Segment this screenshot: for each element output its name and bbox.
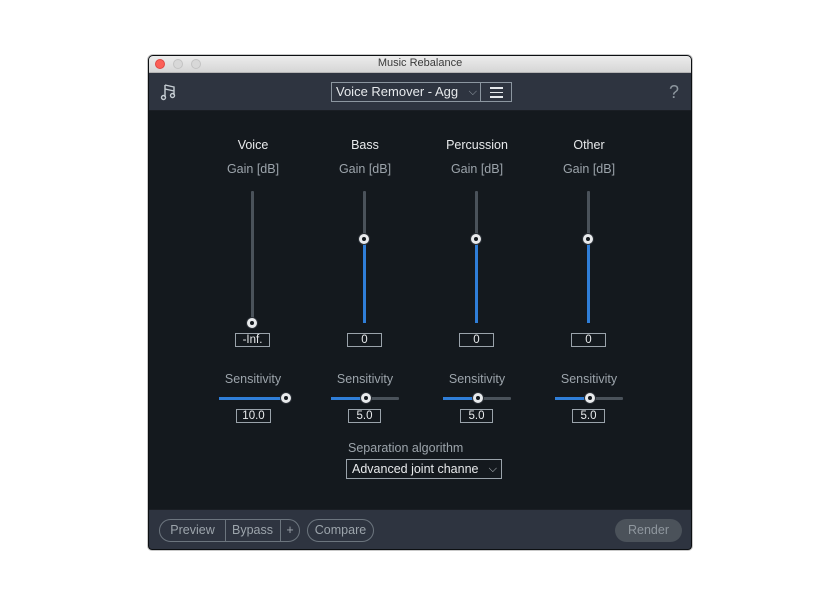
sensitivity-slider-fill [219,397,287,400]
gain-slider[interactable] [251,191,254,323]
gain-label: Gain [dB] [226,162,280,176]
bypass-button[interactable]: Bypass [225,519,281,542]
music-note-icon [160,84,176,101]
gain-value-field[interactable]: 0 [347,333,382,347]
chevron-down-icon: ⌵ [486,460,497,478]
gain-label: Gain [dB] [450,162,504,176]
separation-algorithm-value: Advanced joint channe [352,462,479,476]
footer-bar: Preview Bypass + Compare Render [149,509,691,549]
chevron-down-icon: ⌵ [468,86,477,98]
preset-value: Voice Remover - Agg [336,84,459,99]
render-button[interactable]: Render [615,519,682,542]
sensitivity-slider-handle[interactable] [584,392,596,404]
column-title: Other [573,138,605,152]
gain-slider-handle[interactable] [582,233,594,245]
add-bypass-button[interactable]: + [280,519,300,542]
gain-value-field[interactable]: -Inf. [235,333,270,347]
gain-slider-handle[interactable] [246,317,258,329]
sensitivity-slider-handle[interactable] [360,392,372,404]
gain-slider[interactable] [475,191,478,323]
gain-slider[interactable] [363,191,366,323]
column-title: Voice [237,138,269,152]
compare-button[interactable]: Compare [307,519,374,542]
gain-value-field[interactable]: 0 [459,333,494,347]
sensitivity-label: Sensitivity [448,372,506,386]
preset-menu-button[interactable] [480,82,512,102]
sensitivity-value-field[interactable]: 5.0 [348,409,381,423]
gain-slider-handle[interactable] [470,233,482,245]
sensitivity-slider[interactable] [219,397,287,400]
separation-algorithm-dropdown[interactable]: Advanced joint channe ⌵ [346,459,502,479]
column-title: Bass [351,138,379,152]
sensitivity-label: Sensitivity [336,372,394,386]
hamburger-menu-icon [490,87,503,89]
hamburger-menu-icon-line [490,91,503,93]
preset-dropdown[interactable]: Voice Remover - Agg ⌵ [331,82,481,102]
sensitivity-label: Sensitivity [560,372,618,386]
hamburger-menu-icon-line [490,96,503,98]
sensitivity-value-field[interactable]: 5.0 [572,409,605,423]
sensitivity-label: Sensitivity [224,372,282,386]
preview-button[interactable]: Preview [159,519,226,542]
sensitivity-slider-handle[interactable] [472,392,484,404]
separation-algorithm-label: Separation algorithm [348,441,464,455]
help-button[interactable]: ? [669,82,679,103]
title-bar: Music Rebalance [149,56,691,73]
gain-slider[interactable] [587,191,590,323]
sensitivity-value-field[interactable]: 10.0 [236,409,271,423]
gain-label: Gain [dB] [338,162,392,176]
gain-value-field[interactable]: 0 [571,333,606,347]
gain-slider-handle[interactable] [358,233,370,245]
window-title: Music Rebalance [377,57,463,69]
module-toolbar: Voice Remover - Agg ⌵ ? [149,73,691,111]
gain-slider-fill [475,239,478,323]
sensitivity-slider-handle[interactable] [280,392,292,404]
gain-label: Gain [dB] [562,162,616,176]
sensitivity-value-field[interactable]: 5.0 [460,409,493,423]
music-rebalance-window: Music Rebalance Voice Remover - Agg ⌵ ? … [148,55,692,550]
gain-slider-fill [587,239,590,323]
gain-slider-fill [363,239,366,323]
module-content: Voice Gain [dB] -Inf. Sensitivity 10.0 B… [149,111,691,509]
column-title: Percussion [446,138,508,152]
